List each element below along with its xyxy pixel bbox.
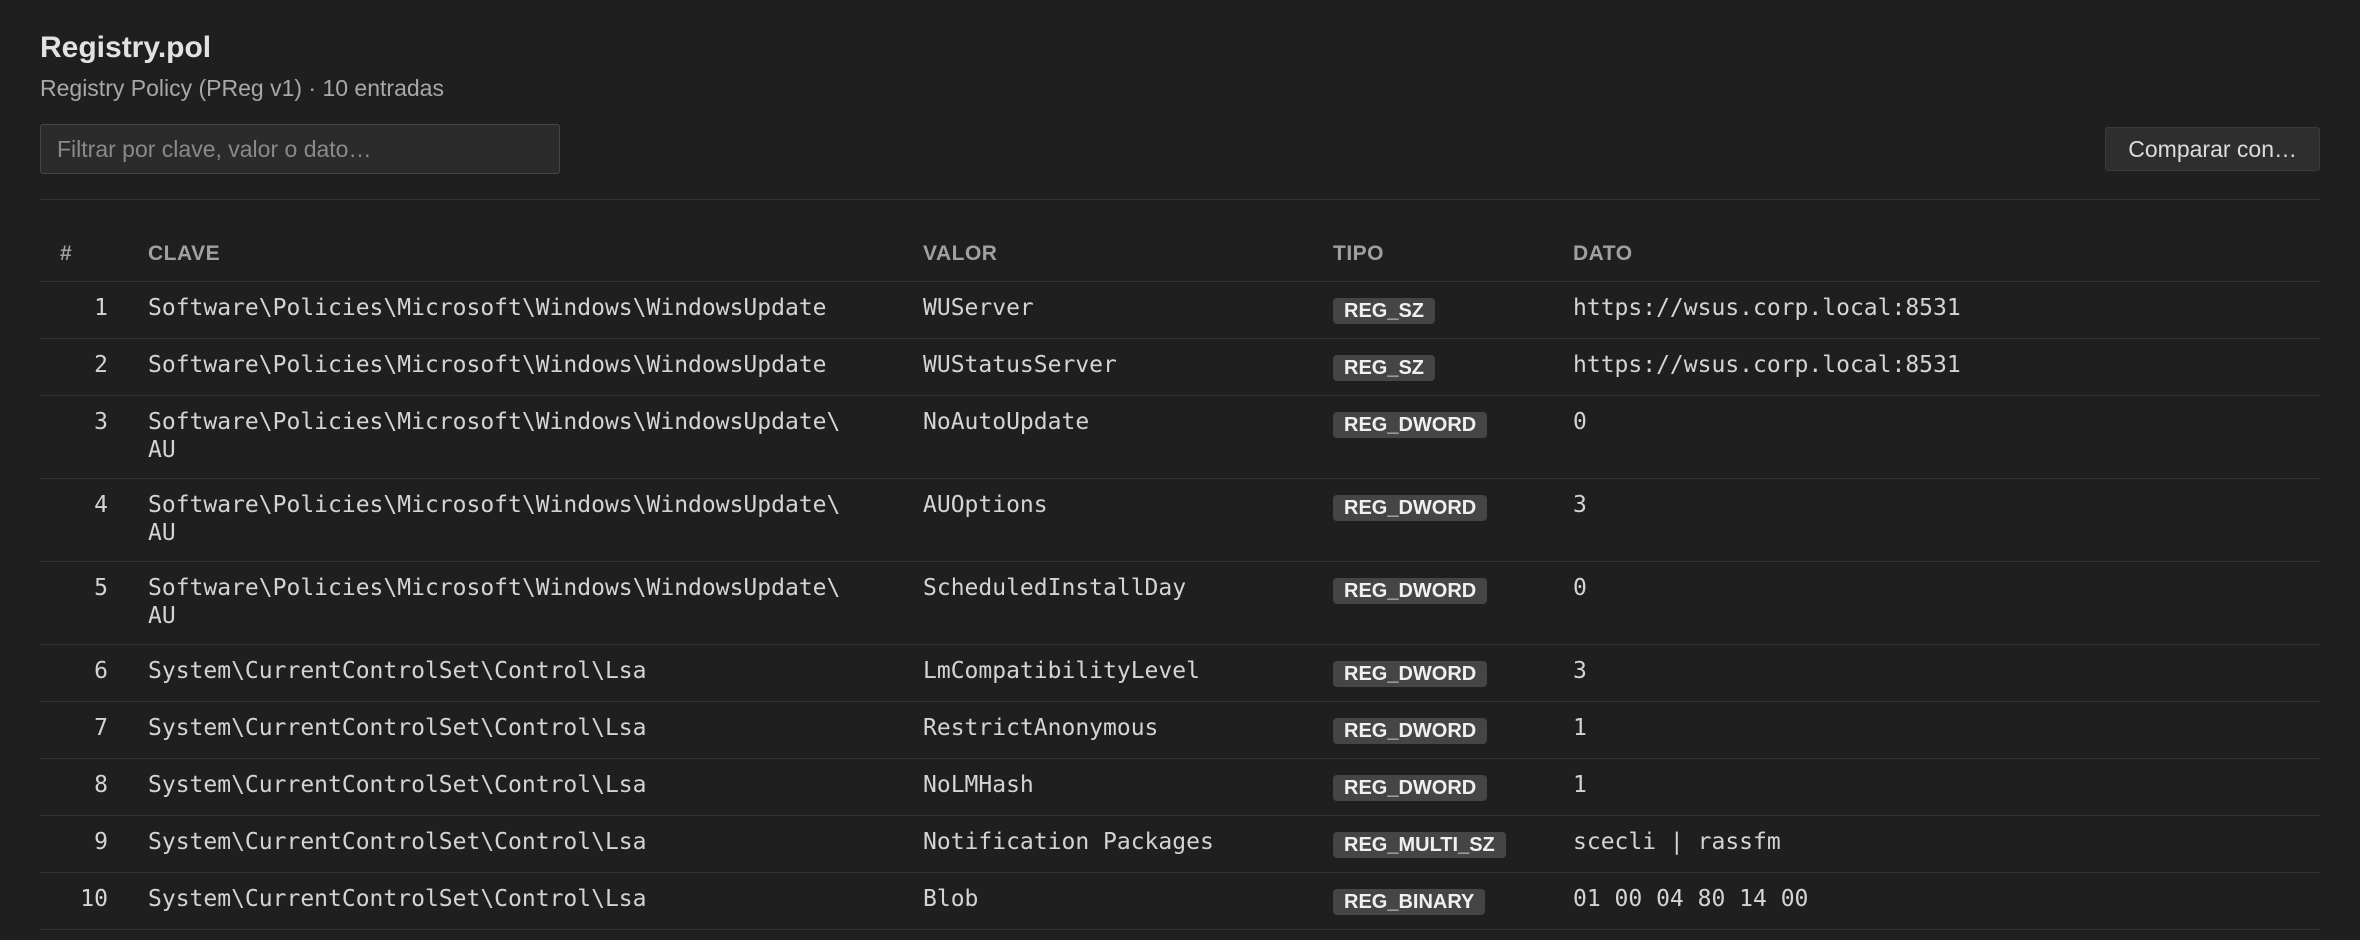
- type-badge: REG_DWORD: [1333, 412, 1488, 438]
- row-key: Software\Policies\Microsoft\Windows\Wind…: [148, 338, 923, 396]
- row-number: 7: [40, 701, 148, 759]
- row-key: System\CurrentControlSet\Control\Lsa: [148, 758, 923, 816]
- row-number: 8: [40, 758, 148, 816]
- row-number: 2: [40, 338, 148, 396]
- row-number: 9: [40, 815, 148, 873]
- row-value: NoAutoUpdate: [923, 395, 1333, 479]
- divider: [40, 199, 2320, 200]
- type-badge: REG_DWORD: [1333, 775, 1488, 801]
- type-badge: REG_BINARY: [1333, 889, 1486, 915]
- table-row[interactable]: 10 System\CurrentControlSet\Control\Lsa …: [40, 872, 2320, 930]
- row-key: Software\Policies\Microsoft\Windows\Wind…: [148, 561, 923, 645]
- row-number: 5: [40, 561, 148, 645]
- row-value: ScheduledInstallDay: [923, 561, 1333, 645]
- table-row[interactable]: 6 System\CurrentControlSet\Control\Lsa L…: [40, 644, 2320, 702]
- row-data: 1: [1573, 701, 2320, 759]
- column-header-type[interactable]: TIPO: [1333, 227, 1573, 282]
- row-data: https://wsus.corp.local:8531: [1573, 338, 2320, 396]
- row-value: Notification Packages: [923, 815, 1333, 873]
- filter-input[interactable]: [40, 124, 560, 174]
- table-row[interactable]: 9 System\CurrentControlSet\Control\Lsa N…: [40, 815, 2320, 873]
- row-number: 4: [40, 478, 148, 562]
- type-badge: REG_DWORD: [1333, 718, 1488, 744]
- row-key: System\CurrentControlSet\Control\Lsa: [148, 701, 923, 759]
- row-key: System\CurrentControlSet\Control\Lsa: [148, 872, 923, 930]
- row-data: 01 00 04 80 14 00: [1573, 872, 2320, 930]
- compare-button[interactable]: Comparar con…: [2105, 127, 2320, 171]
- toolbar: Comparar con…: [40, 124, 2320, 174]
- row-value: LmCompatibilityLevel: [923, 644, 1333, 702]
- table-row[interactable]: 8 System\CurrentControlSet\Control\Lsa N…: [40, 758, 2320, 816]
- row-key: System\CurrentControlSet\Control\Lsa: [148, 815, 923, 873]
- type-badge: REG_MULTI_SZ: [1333, 832, 1506, 858]
- row-key: System\CurrentControlSet\Control\Lsa: [148, 644, 923, 702]
- row-key: Software\Policies\Microsoft\Windows\Wind…: [148, 281, 923, 339]
- row-key: Software\Policies\Microsoft\Windows\Wind…: [148, 395, 923, 479]
- table-row[interactable]: 7 System\CurrentControlSet\Control\Lsa R…: [40, 701, 2320, 759]
- row-value: WUStatusServer: [923, 338, 1333, 396]
- row-number: 10: [40, 872, 148, 930]
- table-row[interactable]: 2 Software\Policies\Microsoft\Windows\Wi…: [40, 338, 2320, 396]
- row-value: WUServer: [923, 281, 1333, 339]
- table-row[interactable]: 1 Software\Policies\Microsoft\Windows\Wi…: [40, 281, 2320, 339]
- row-data: 3: [1573, 478, 2320, 562]
- type-badge: REG_SZ: [1333, 355, 1436, 381]
- row-data: scecli | rassfm: [1573, 815, 2320, 873]
- row-data: 3: [1573, 644, 2320, 702]
- row-value: NoLMHash: [923, 758, 1333, 816]
- row-data: 0: [1573, 561, 2320, 645]
- row-value: AUOptions: [923, 478, 1333, 562]
- column-header-data[interactable]: DATO: [1573, 227, 2320, 282]
- type-badge: REG_DWORD: [1333, 495, 1488, 521]
- column-header-num[interactable]: #: [40, 227, 148, 282]
- page-title: Registry.pol: [40, 31, 212, 64]
- type-badge: REG_SZ: [1333, 298, 1436, 324]
- table-row[interactable]: 5 Software\Policies\Microsoft\Windows\Wi…: [40, 561, 2320, 645]
- row-data: 0: [1573, 395, 2320, 479]
- type-badge: REG_DWORD: [1333, 661, 1488, 687]
- entries-table: # CLAVE VALOR TIPO DATO 1 Software\Polic…: [40, 227, 2320, 930]
- row-number: 3: [40, 395, 148, 479]
- column-header-key[interactable]: CLAVE: [148, 227, 923, 282]
- row-data: 1: [1573, 758, 2320, 816]
- page-subtitle: Registry Policy (PReg v1) · 10 entradas: [40, 75, 444, 101]
- registry-pol-viewer: Registry.pol Registry Policy (PReg v1) ·…: [0, 0, 2360, 940]
- column-header-value[interactable]: VALOR: [923, 227, 1333, 282]
- row-data: https://wsus.corp.local:8531: [1573, 281, 2320, 339]
- row-value: RestrictAnonymous: [923, 701, 1333, 759]
- row-value: Blob: [923, 872, 1333, 930]
- table-row[interactable]: 4 Software\Policies\Microsoft\Windows\Wi…: [40, 478, 2320, 562]
- table-header-row: # CLAVE VALOR TIPO DATO: [40, 227, 2320, 282]
- row-number: 1: [40, 281, 148, 339]
- row-key: Software\Policies\Microsoft\Windows\Wind…: [148, 478, 923, 562]
- table-row[interactable]: 3 Software\Policies\Microsoft\Windows\Wi…: [40, 395, 2320, 479]
- row-number: 6: [40, 644, 148, 702]
- type-badge: REG_DWORD: [1333, 578, 1488, 604]
